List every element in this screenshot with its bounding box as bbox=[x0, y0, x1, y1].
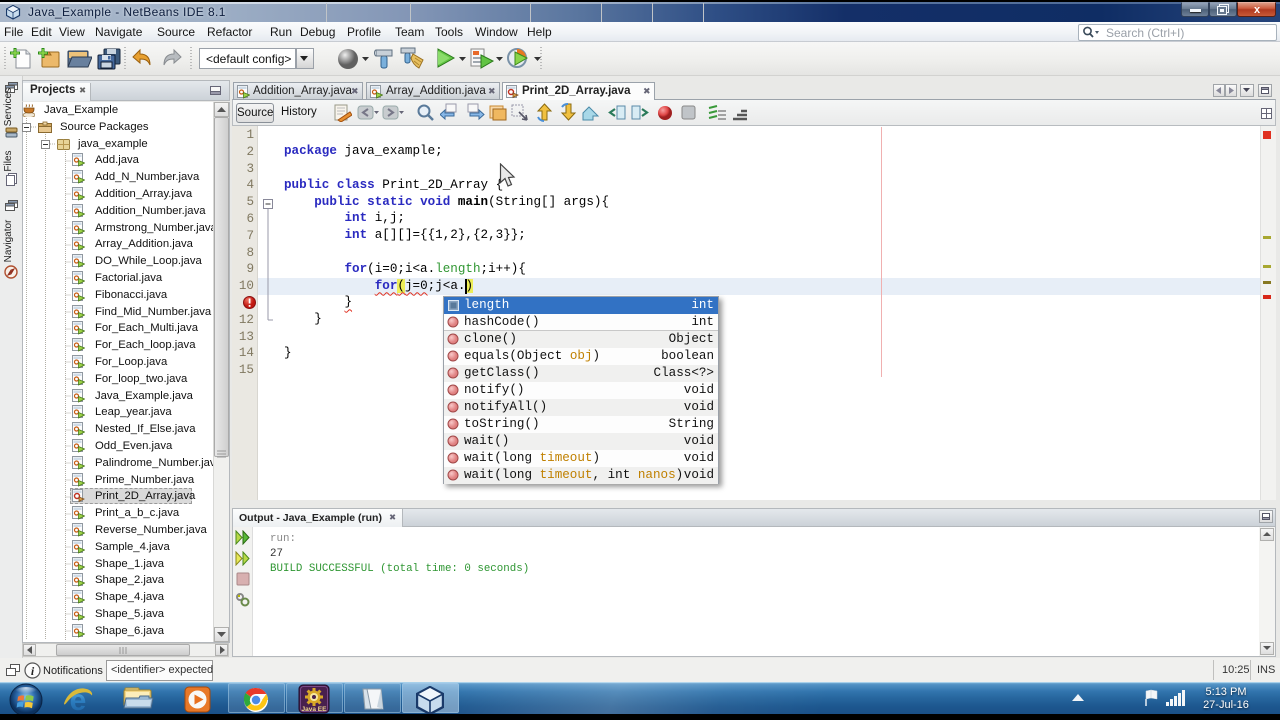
svg-text:Java EE: Java EE bbox=[302, 706, 328, 713]
